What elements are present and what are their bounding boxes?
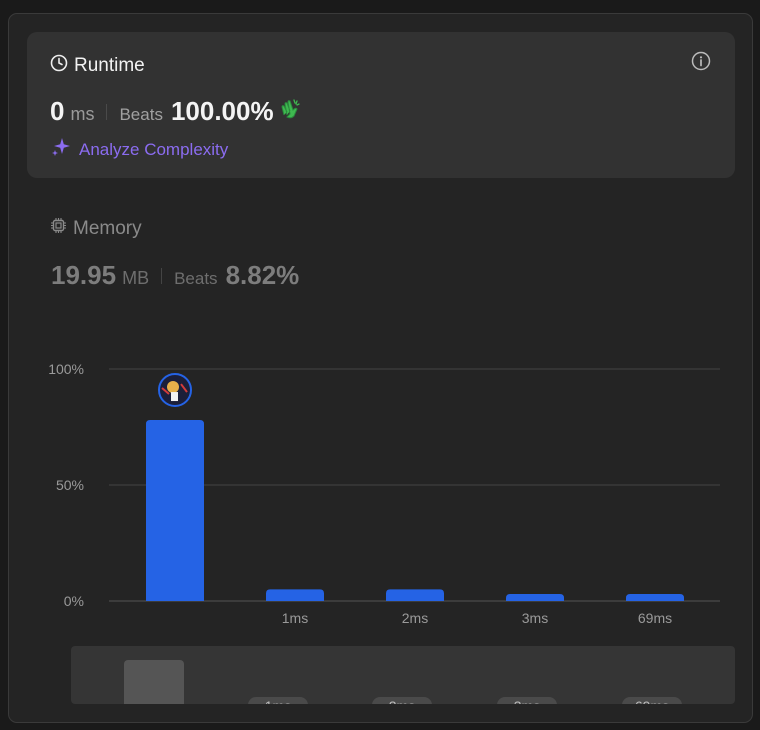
user-avatar-detail — [171, 392, 178, 402]
chart-range-brush[interactable]: 1ms 2ms 3ms 69ms — [71, 646, 735, 704]
bar[interactable] — [146, 420, 204, 601]
runtime-distribution-chart: 100% 50% 0% 1ms 2ms 3ms 69ms — [48, 361, 720, 626]
x-tick-label: 3ms — [522, 610, 548, 626]
brush-label: 1ms — [248, 697, 308, 704]
brush-label: 3ms — [497, 697, 557, 704]
x-tick-label: 2ms — [402, 610, 428, 626]
brush-mini-bar — [124, 660, 184, 704]
performance-panel: Runtime 0 ms Beats 100.00% Analyze Compl… — [8, 13, 753, 723]
x-tick-label: 69ms — [638, 610, 672, 626]
bar[interactable] — [626, 594, 684, 601]
bar[interactable] — [386, 589, 444, 601]
y-tick-label: 0% — [64, 593, 84, 609]
bar[interactable] — [506, 594, 564, 601]
bar[interactable] — [266, 589, 324, 601]
y-tick-label: 100% — [48, 361, 84, 377]
user-avatar-detail — [167, 381, 179, 394]
y-tick-label: 50% — [56, 477, 84, 493]
brush-label: 69ms — [622, 697, 682, 704]
brush-label: 2ms — [372, 697, 432, 704]
x-tick-label: 1ms — [282, 610, 308, 626]
